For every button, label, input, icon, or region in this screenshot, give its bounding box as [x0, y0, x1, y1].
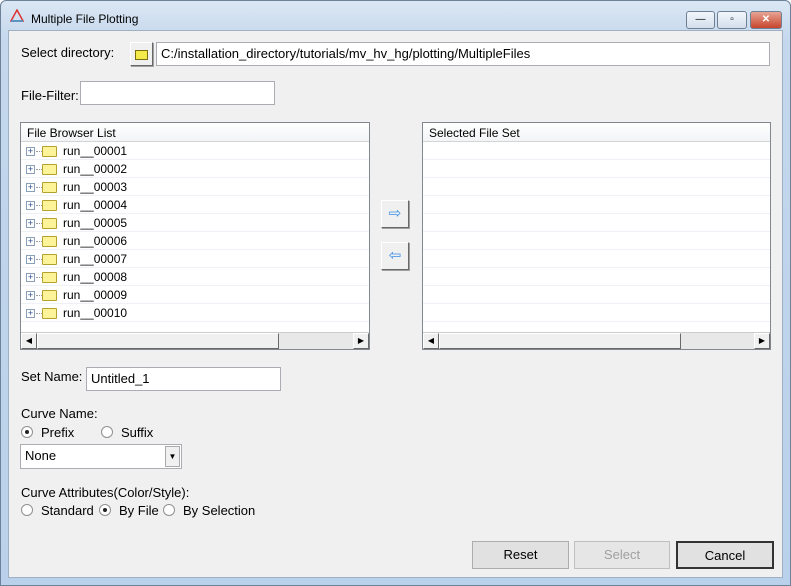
folder-icon — [42, 182, 57, 193]
select-button[interactable]: Select — [574, 541, 670, 569]
browse-folder-button[interactable] — [130, 42, 153, 66]
by-file-label: By File — [119, 503, 159, 518]
minimize-button[interactable]: — — [686, 11, 715, 29]
curve-name-label: Curve Name: — [21, 406, 98, 421]
horizontal-scrollbar[interactable]: ◀ ▶ — [21, 332, 369, 349]
empty-row — [423, 196, 770, 214]
expand-icon[interactable]: + — [26, 201, 35, 210]
horizontal-scrollbar[interactable]: ◀ ▶ — [423, 332, 770, 349]
expand-icon[interactable]: + — [26, 273, 35, 282]
expand-icon[interactable]: + — [26, 219, 35, 228]
set-name-input[interactable]: Untitled_1 — [86, 367, 281, 391]
prefix-radio[interactable] — [21, 426, 33, 438]
dropdown-value: None — [25, 448, 57, 463]
curve-name-dropdown[interactable]: None ▼ — [20, 444, 182, 469]
list-item[interactable]: + run__00004 — [21, 196, 369, 214]
empty-row — [423, 142, 770, 160]
list-item[interactable]: + run__00003 — [21, 178, 369, 196]
expand-icon[interactable]: + — [26, 165, 35, 174]
folder-icon — [42, 146, 57, 157]
folder-icon — [42, 272, 57, 283]
folder-icon — [42, 308, 57, 319]
item-label: run__00001 — [63, 144, 128, 158]
file-browser-list[interactable]: File Browser List + run__00001 + run__00002… — [20, 122, 370, 350]
close-button[interactable]: ✕ — [750, 11, 782, 29]
cancel-button[interactable]: Cancel — [676, 541, 774, 569]
file-filter-input[interactable] — [80, 81, 275, 105]
chevron-down-icon[interactable]: ▼ — [165, 446, 180, 467]
file-filter-label: File-Filter: — [21, 88, 79, 103]
select-directory-label: Select directory: — [21, 45, 115, 60]
file-browser-header: File Browser List — [21, 123, 369, 142]
folder-icon — [42, 200, 57, 211]
by-selection-label: By Selection — [183, 503, 256, 518]
by-file-radio[interactable] — [99, 504, 111, 516]
expand-icon[interactable]: + — [26, 309, 35, 318]
app-logo-icon — [10, 9, 24, 22]
item-label: run__00005 — [63, 216, 128, 230]
item-label: run__00008 — [63, 270, 128, 284]
maximize-button[interactable]: ▫ — [717, 11, 747, 29]
list-item[interactable]: + run__00010 — [21, 304, 369, 322]
empty-row — [423, 178, 770, 196]
scroll-right-icon[interactable]: ▶ — [353, 333, 369, 349]
item-label: run__00006 — [63, 234, 128, 248]
scroll-right-icon[interactable]: ▶ — [754, 333, 770, 349]
empty-row — [423, 304, 770, 322]
selected-file-set-list[interactable]: Selected File Set ◀ ▶ — [422, 122, 771, 350]
selected-file-set-header: Selected File Set — [423, 123, 770, 142]
expand-icon[interactable]: + — [26, 237, 35, 246]
suffix-label: Suffix — [121, 425, 154, 440]
item-label: run__00004 — [63, 198, 128, 212]
list-item[interactable]: + run__00001 — [21, 142, 369, 160]
empty-row — [423, 268, 770, 286]
expand-icon[interactable]: + — [26, 183, 35, 192]
list-item[interactable]: + run__00002 — [21, 160, 369, 178]
folder-icon — [42, 164, 57, 175]
scroll-left-icon[interactable]: ◀ — [423, 333, 439, 349]
list-item[interactable]: + run__00007 — [21, 250, 369, 268]
item-label: run__00003 — [63, 180, 128, 194]
list-item[interactable]: + run__00009 — [21, 286, 369, 304]
folder-icon — [42, 254, 57, 265]
scroll-left-icon[interactable]: ◀ — [21, 333, 37, 349]
list-item[interactable]: + run__00006 — [21, 232, 369, 250]
item-label: run__00009 — [63, 288, 128, 302]
add-to-set-button[interactable]: ⇨ — [381, 200, 409, 228]
item-label: run__00007 — [63, 252, 128, 266]
set-name-label: Set Name: — [21, 369, 83, 384]
item-label: run__00010 — [63, 306, 128, 320]
by-selection-radio[interactable] — [163, 504, 175, 516]
scroll-thumb[interactable] — [439, 333, 681, 349]
reset-button[interactable]: Reset — [472, 541, 569, 569]
empty-row — [423, 232, 770, 250]
remove-from-set-button[interactable]: ⇦ — [381, 242, 409, 270]
directory-path-input[interactable]: C:/installation_directory/tutorials/mv_h… — [156, 42, 770, 66]
empty-row — [423, 286, 770, 304]
empty-row — [423, 214, 770, 232]
window-title: Multiple File Plotting — [31, 12, 139, 26]
standard-label: Standard — [41, 503, 94, 518]
curve-attributes-label: Curve Attributes(Color/Style): — [21, 485, 190, 500]
standard-radio[interactable] — [21, 504, 33, 516]
folder-icon — [42, 236, 57, 247]
expand-icon[interactable]: + — [26, 147, 35, 156]
scroll-thumb[interactable] — [37, 333, 279, 349]
item-label: run__00002 — [63, 162, 128, 176]
expand-icon[interactable]: + — [26, 291, 35, 300]
empty-row — [423, 160, 770, 178]
folder-icon — [42, 218, 57, 229]
list-item[interactable]: + run__00005 — [21, 214, 369, 232]
empty-row — [423, 250, 770, 268]
open-folder-icon — [135, 50, 148, 60]
folder-icon — [42, 290, 57, 301]
list-item[interactable]: + run__00008 — [21, 268, 369, 286]
suffix-radio[interactable] — [101, 426, 113, 438]
prefix-label: Prefix — [41, 425, 75, 440]
expand-icon[interactable]: + — [26, 255, 35, 264]
